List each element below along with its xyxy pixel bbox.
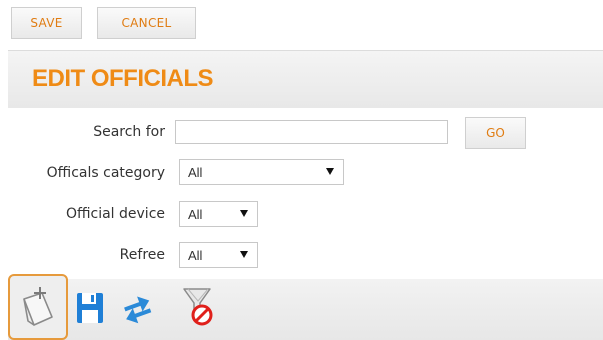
search-input[interactable] — [175, 120, 448, 144]
refresh-button[interactable] — [117, 285, 157, 331]
referee-select[interactable]: All — [179, 242, 258, 268]
add-document-button[interactable] — [8, 274, 68, 340]
device-select[interactable]: All — [179, 201, 258, 227]
save-button[interactable]: SAVE — [11, 7, 82, 39]
clear-filter-icon — [183, 288, 213, 326]
search-label: Search for — [93, 124, 165, 140]
save-icon-button[interactable] — [70, 285, 110, 331]
cancel-button[interactable]: CANCEL — [97, 7, 196, 39]
clear-filter-button[interactable] — [175, 283, 221, 331]
category-label: Officals category — [46, 165, 165, 181]
top-action-bar: SAVE CANCEL — [0, 0, 603, 46]
save-disk-icon — [77, 293, 103, 323]
dropdown-arrow-icon — [240, 210, 248, 217]
dropdown-arrow-icon — [240, 251, 248, 258]
referee-label: Refree — [119, 247, 165, 263]
add-document-icon — [23, 287, 53, 326]
device-select-value: All — [188, 206, 203, 222]
category-select[interactable]: All — [179, 159, 344, 185]
refresh-arrows-icon — [124, 296, 152, 324]
category-select-value: All — [188, 164, 203, 180]
device-label: Official device — [65, 206, 165, 222]
go-button[interactable]: GO — [465, 117, 526, 149]
dropdown-arrow-icon — [326, 168, 334, 175]
page-title: EDIT OFFICIALS — [32, 65, 214, 92]
referee-select-value: All — [188, 247, 203, 263]
panel-header: EDIT OFFICIALS — [8, 50, 603, 108]
